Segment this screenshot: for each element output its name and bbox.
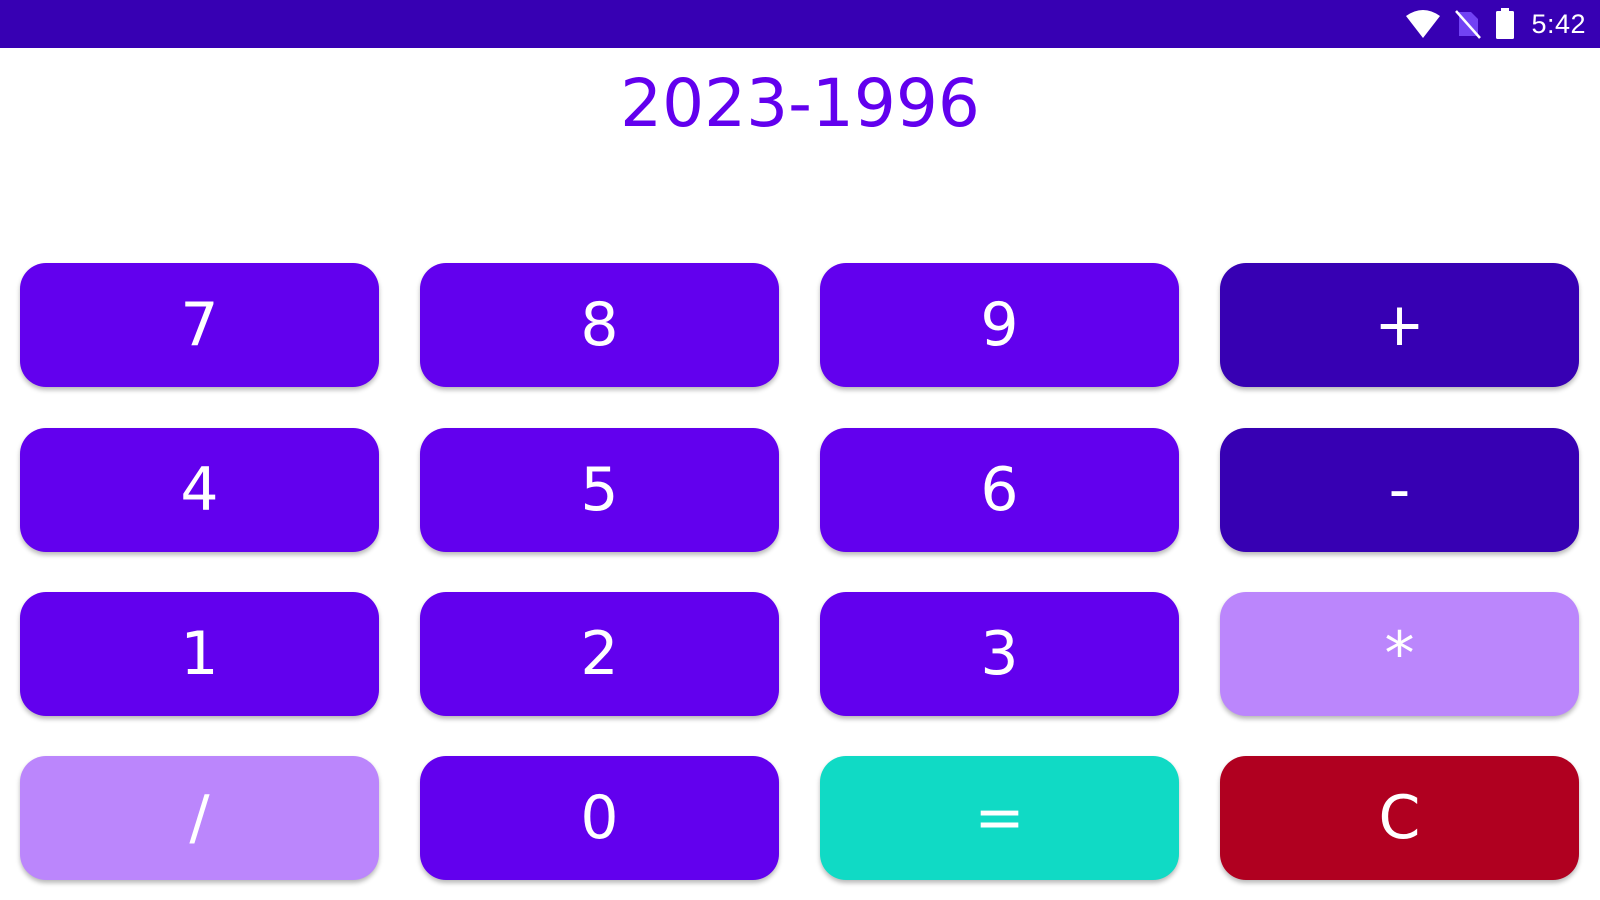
key-0-button[interactable]: 0 [420, 756, 779, 880]
multiply-button[interactable]: * [1220, 592, 1579, 716]
add-button[interactable]: + [1220, 263, 1579, 387]
key-1-button[interactable]: 1 [20, 592, 379, 716]
clear-button[interactable]: C [1220, 756, 1579, 880]
key-9-button[interactable]: 9 [820, 263, 1179, 387]
equals-button[interactable]: = [820, 756, 1179, 880]
key-8-button[interactable]: 8 [420, 263, 779, 387]
key-4-button[interactable]: 4 [20, 428, 379, 552]
keypad: 7 8 9 + 4 5 6 - 1 2 3 * / 0 = C [0, 0, 1600, 900]
key-2-button[interactable]: 2 [420, 592, 779, 716]
key-5-button[interactable]: 5 [420, 428, 779, 552]
key-6-button[interactable]: 6 [820, 428, 1179, 552]
subtract-button[interactable]: - [1220, 428, 1579, 552]
key-3-button[interactable]: 3 [820, 592, 1179, 716]
key-7-button[interactable]: 7 [20, 263, 379, 387]
divide-button[interactable]: / [20, 756, 379, 880]
